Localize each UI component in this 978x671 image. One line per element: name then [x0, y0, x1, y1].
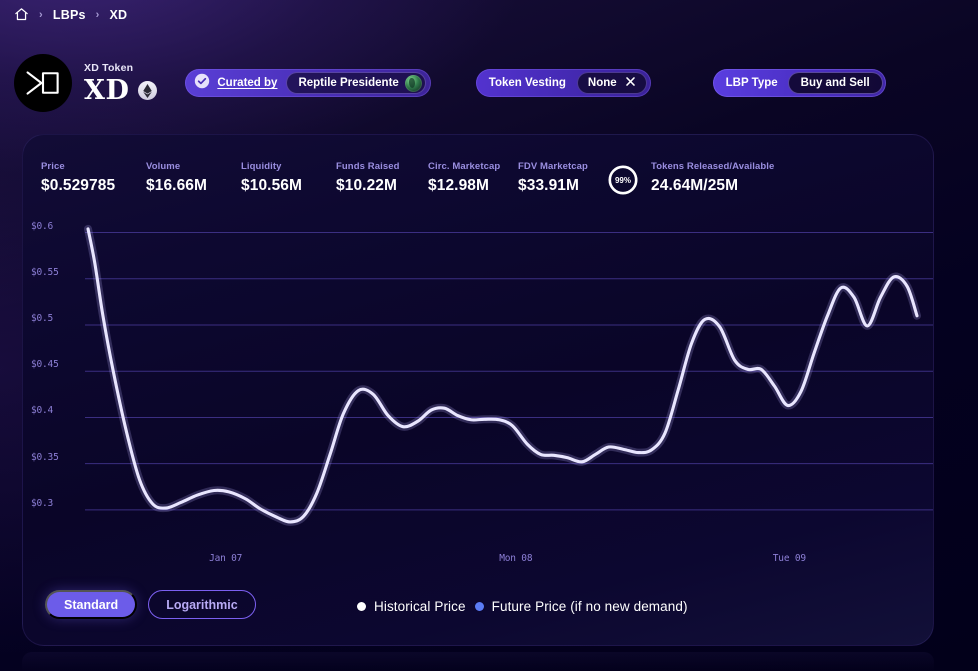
breadcrumb-separator-2: › — [95, 8, 100, 21]
scale-toggle-group: Standard Logarithmic — [45, 590, 256, 619]
lbp-detail-page: › LBPs › XD XD Token XD Curated by Repti… — [0, 0, 978, 671]
curator-avatar — [404, 74, 422, 92]
token-vesting-value-chip[interactable]: None — [576, 72, 647, 94]
curator-name: Reptile Presidente — [298, 77, 399, 89]
curator-chip[interactable]: Reptile Presidente — [286, 72, 426, 94]
y-axis-tick: $0.6 — [31, 220, 54, 232]
price-line-chart: $0.6 $0.55 $0.5 $0.45 $0.4 $0.35 $0.3 Jan 07 Mo… — [23, 135, 933, 645]
x-axis-tick: Jan 07 — [209, 553, 243, 564]
y-axis-tick: $0.3 — [31, 497, 54, 509]
close-icon[interactable] — [625, 76, 636, 90]
scale-logarithmic-button[interactable]: Logarithmic — [148, 590, 256, 619]
next-section-peek — [22, 652, 934, 671]
y-axis-tick: $0.55 — [31, 266, 59, 278]
curated-by-badge[interactable]: Curated by Reptile Presidente — [185, 69, 431, 97]
breadcrumb-item-xd[interactable]: XD — [110, 8, 128, 22]
legend-label-historical: Historical Price — [374, 599, 466, 614]
token-symbol: XD — [84, 74, 130, 106]
legend-item-historical: Historical Price — [357, 599, 466, 614]
legend-dot-historical — [357, 602, 366, 611]
verified-check-icon — [194, 73, 210, 94]
y-axis-tick: $0.5 — [31, 313, 54, 324]
token-vesting-value: None — [587, 77, 617, 89]
x-axis-tick: Mon 08 — [499, 553, 533, 564]
lbp-type-badge[interactable]: LBP Type Buy and Sell — [712, 69, 886, 97]
token-subtitle: XD Token — [84, 61, 134, 74]
y-axis-tick: $0.45 — [31, 359, 59, 371]
ethereum-icon — [138, 81, 158, 100]
price-chart-panel: Price $0.529785 Volume $16.66M Liquidity… — [22, 134, 934, 646]
x-axis-tick: Tue 09 — [772, 553, 806, 564]
home-icon[interactable] — [14, 7, 29, 22]
lbp-type-label: LBP Type — [725, 77, 778, 89]
token-identity: XD Token XD — [84, 61, 158, 106]
token-header: XD Token XD Curated by Reptile President… — [14, 54, 886, 112]
breadcrumb-separator-1: › — [39, 8, 43, 21]
y-axis-tick: $0.4 — [31, 405, 54, 417]
breadcrumb-item-lbps[interactable]: LBPs — [53, 8, 86, 22]
header-pills: Curated by Reptile Presidente Token Vest… — [157, 69, 886, 97]
lbp-type-value: Buy and Sell — [787, 72, 883, 94]
xd-token-logo — [14, 54, 72, 112]
breadcrumb: › LBPs › XD — [14, 7, 127, 22]
token-vesting-label: Token Vesting — [488, 77, 566, 89]
y-axis-tick: $0.35 — [31, 451, 59, 463]
legend-item-future: Future Price (if no new demand) — [474, 599, 688, 614]
chart-legend: Historical Price Future Price (if no new… — [357, 599, 688, 614]
curated-by-label: Curated by — [217, 77, 278, 89]
scale-standard-button[interactable]: Standard — [45, 590, 138, 619]
token-vesting-badge[interactable]: Token Vesting None — [475, 69, 651, 97]
legend-dot-future — [474, 602, 484, 611]
legend-label-future: Future Price (if no new demand) — [491, 599, 688, 614]
